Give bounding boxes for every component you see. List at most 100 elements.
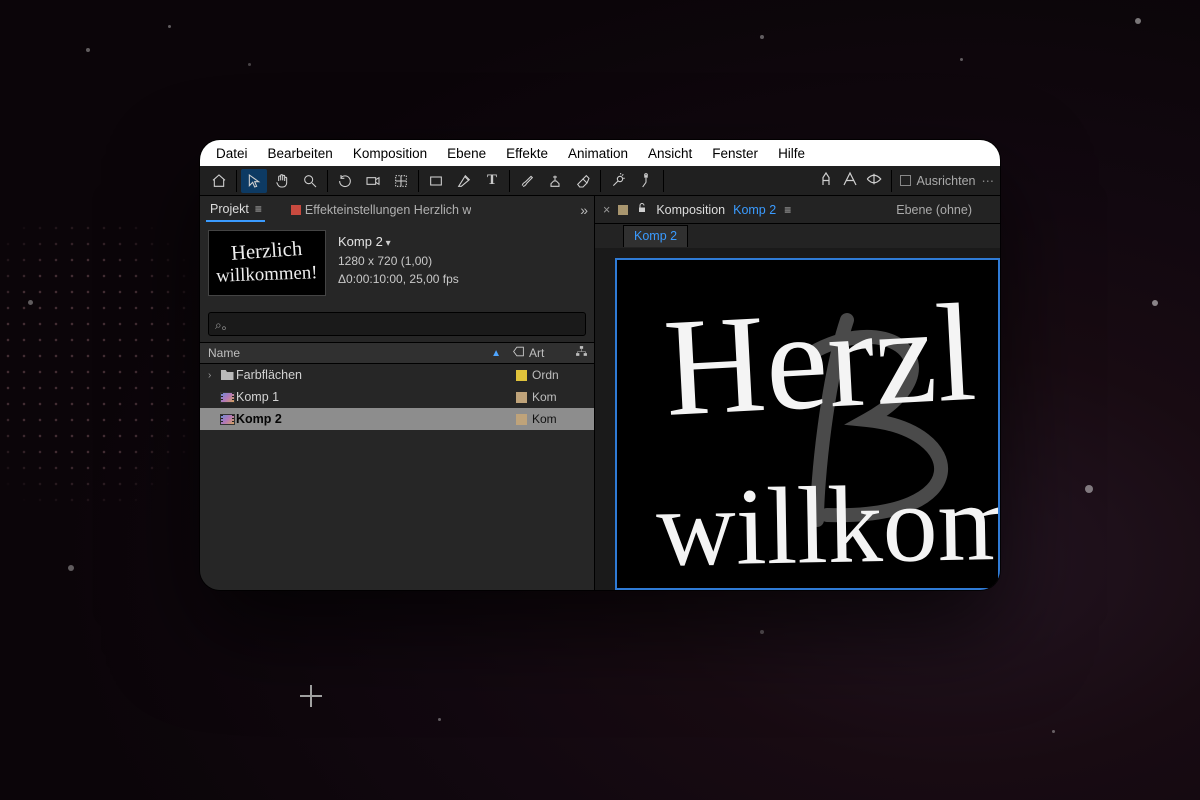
- column-structure-icon[interactable]: [575, 345, 588, 361]
- toolbar-separator: [236, 170, 237, 192]
- expand-caret-icon[interactable]: ›: [208, 370, 218, 381]
- item-label-swatch[interactable]: [512, 414, 530, 425]
- star-dot: [960, 58, 963, 61]
- item-name: Farbflächen: [236, 368, 512, 382]
- comp-dimensions: 1280 x 720 (1,00): [338, 252, 459, 270]
- svg-text:willkommen!: willkommen!: [216, 262, 318, 287]
- project-item-comp[interactable]: Komp 1 Kom: [200, 386, 594, 408]
- menu-item-file[interactable]: Datei: [206, 143, 258, 164]
- tab-effect-settings[interactable]: Effekteinstellungen Herzlich w: [305, 203, 472, 217]
- item-type: Kom: [530, 390, 576, 404]
- search-icon: ⌕｡: [215, 316, 228, 333]
- star-dot: [1085, 485, 1093, 493]
- align-checkbox[interactable]: Ausrichten: [900, 174, 975, 188]
- svg-text:willkom: willkom: [655, 461, 1000, 589]
- project-panel-tabs: Projekt ≡ Effekteinstellungen Herzlich w…: [200, 196, 594, 224]
- composition-icon: [218, 414, 236, 425]
- comp-name[interactable]: Komp 2: [338, 232, 459, 252]
- viewer-tab-layer[interactable]: Ebene (ohne): [896, 203, 972, 217]
- mesh-icon-3: [865, 170, 883, 191]
- menu-item-composition[interactable]: Komposition: [343, 143, 437, 164]
- decorative-dot-grid: [0, 220, 190, 510]
- item-label-swatch[interactable]: [512, 370, 530, 381]
- composition-icon: [218, 392, 236, 403]
- star-dot: [1135, 18, 1141, 24]
- panel-menu-icon[interactable]: ≡: [255, 202, 261, 216]
- viewer-area: Herzl willkom: [595, 248, 1000, 590]
- toolbar-separator: [418, 170, 419, 192]
- hand-tool[interactable]: [269, 169, 295, 193]
- toolbar-separator: [663, 170, 664, 192]
- project-search-input[interactable]: [232, 317, 579, 331]
- mesh-icon-2: [841, 170, 859, 191]
- tabs-overflow-icon[interactable]: »: [580, 202, 588, 218]
- item-name: Komp 1: [236, 390, 512, 404]
- project-panel: Projekt ≡ Effekteinstellungen Herzlich w…: [200, 196, 595, 590]
- sort-indicator-icon[interactable]: ▲: [491, 348, 501, 359]
- puppet-pin-tool[interactable]: [633, 169, 659, 193]
- star-dot: [760, 35, 764, 39]
- camera-tool[interactable]: [360, 169, 386, 193]
- project-search[interactable]: ⌕｡: [208, 312, 586, 336]
- toolbar-overflow-icon[interactable]: ⋯: [982, 173, 995, 188]
- menu-item-effects[interactable]: Effekte: [496, 143, 558, 164]
- menu-item-help[interactable]: Hilfe: [768, 143, 815, 164]
- item-name: Komp 2: [236, 412, 512, 426]
- star-dot: [68, 565, 74, 571]
- column-type[interactable]: Art: [527, 346, 573, 360]
- comp-thumbnail[interactable]: Herzlich willkommen!: [208, 230, 326, 296]
- home-tool[interactable]: [206, 169, 232, 193]
- column-label[interactable]: [509, 345, 527, 361]
- mesh-icon: [817, 170, 835, 191]
- toolbar-separator: [891, 170, 892, 192]
- star-dot: [28, 300, 33, 305]
- project-list: › Farbflächen Ordn Komp 1 Kom: [200, 364, 594, 590]
- comp-label-swatch: [618, 205, 628, 215]
- zoom-tool[interactable]: [297, 169, 323, 193]
- star-dot: [1152, 300, 1158, 306]
- menu-item-view[interactable]: Ansicht: [638, 143, 702, 164]
- composition-canvas[interactable]: Herzl willkom: [615, 258, 1000, 590]
- viewer-tab-comp-link[interactable]: Komp 2: [733, 203, 776, 217]
- svg-text:Herzl: Herzl: [661, 275, 980, 446]
- panel-menu-icon[interactable]: ≡: [784, 203, 790, 217]
- pan-behind-tool[interactable]: [388, 169, 414, 193]
- project-item-comp-selected[interactable]: Komp 2 Kom: [200, 408, 594, 430]
- pen-tool[interactable]: [451, 169, 477, 193]
- align-label: Ausrichten: [916, 174, 975, 188]
- lock-icon[interactable]: [636, 202, 648, 217]
- project-list-header: Name ▲ Art: [200, 342, 594, 364]
- eraser-tool[interactable]: [570, 169, 596, 193]
- item-label-swatch[interactable]: [512, 392, 530, 403]
- rectangle-tool[interactable]: [423, 169, 449, 193]
- star-dot: [86, 48, 90, 52]
- roto-brush-tool[interactable]: [605, 169, 631, 193]
- viewer-tabs: × Komposition Komp 2 ≡ Ebene (ohne): [595, 196, 1000, 224]
- viewer-tab-prefix: Komposition: [656, 203, 725, 217]
- orbit-tool[interactable]: [332, 169, 358, 193]
- comp-duration: Δ0:00:10:00, 25,00 fps: [338, 270, 459, 288]
- toolbar-separator: [327, 170, 328, 192]
- comp-breadcrumb-row: Komp 2: [595, 224, 1000, 248]
- menu-item-edit[interactable]: Bearbeiten: [258, 143, 343, 164]
- effect-indicator-icon: [291, 205, 301, 215]
- close-tab-icon[interactable]: ×: [603, 203, 610, 217]
- menu-item-animation[interactable]: Animation: [558, 143, 638, 164]
- project-item-folder[interactable]: › Farbflächen Ordn: [200, 364, 594, 386]
- tab-project[interactable]: Projekt ≡: [206, 198, 265, 222]
- comp-info-block: Herzlich willkommen! Komp 2 1280 x 720 (…: [200, 224, 594, 306]
- brush-tool[interactable]: [514, 169, 540, 193]
- checkbox-icon: [900, 175, 911, 186]
- text-tool[interactable]: T: [479, 169, 505, 193]
- selection-tool[interactable]: [241, 169, 267, 193]
- comp-breadcrumb-chip[interactable]: Komp 2: [623, 225, 688, 247]
- app-window: Datei Bearbeiten Komposition Ebene Effek…: [200, 140, 1000, 590]
- star-dot: [1052, 730, 1055, 733]
- menu-item-layer[interactable]: Ebene: [437, 143, 496, 164]
- item-type: Kom: [530, 412, 576, 426]
- column-name[interactable]: Name: [208, 346, 240, 360]
- clone-stamp-tool[interactable]: [542, 169, 568, 193]
- menu-item-window[interactable]: Fenster: [702, 143, 768, 164]
- star-dot: [248, 63, 251, 66]
- composition-viewer-panel: × Komposition Komp 2 ≡ Ebene (ohne) Komp…: [595, 196, 1000, 590]
